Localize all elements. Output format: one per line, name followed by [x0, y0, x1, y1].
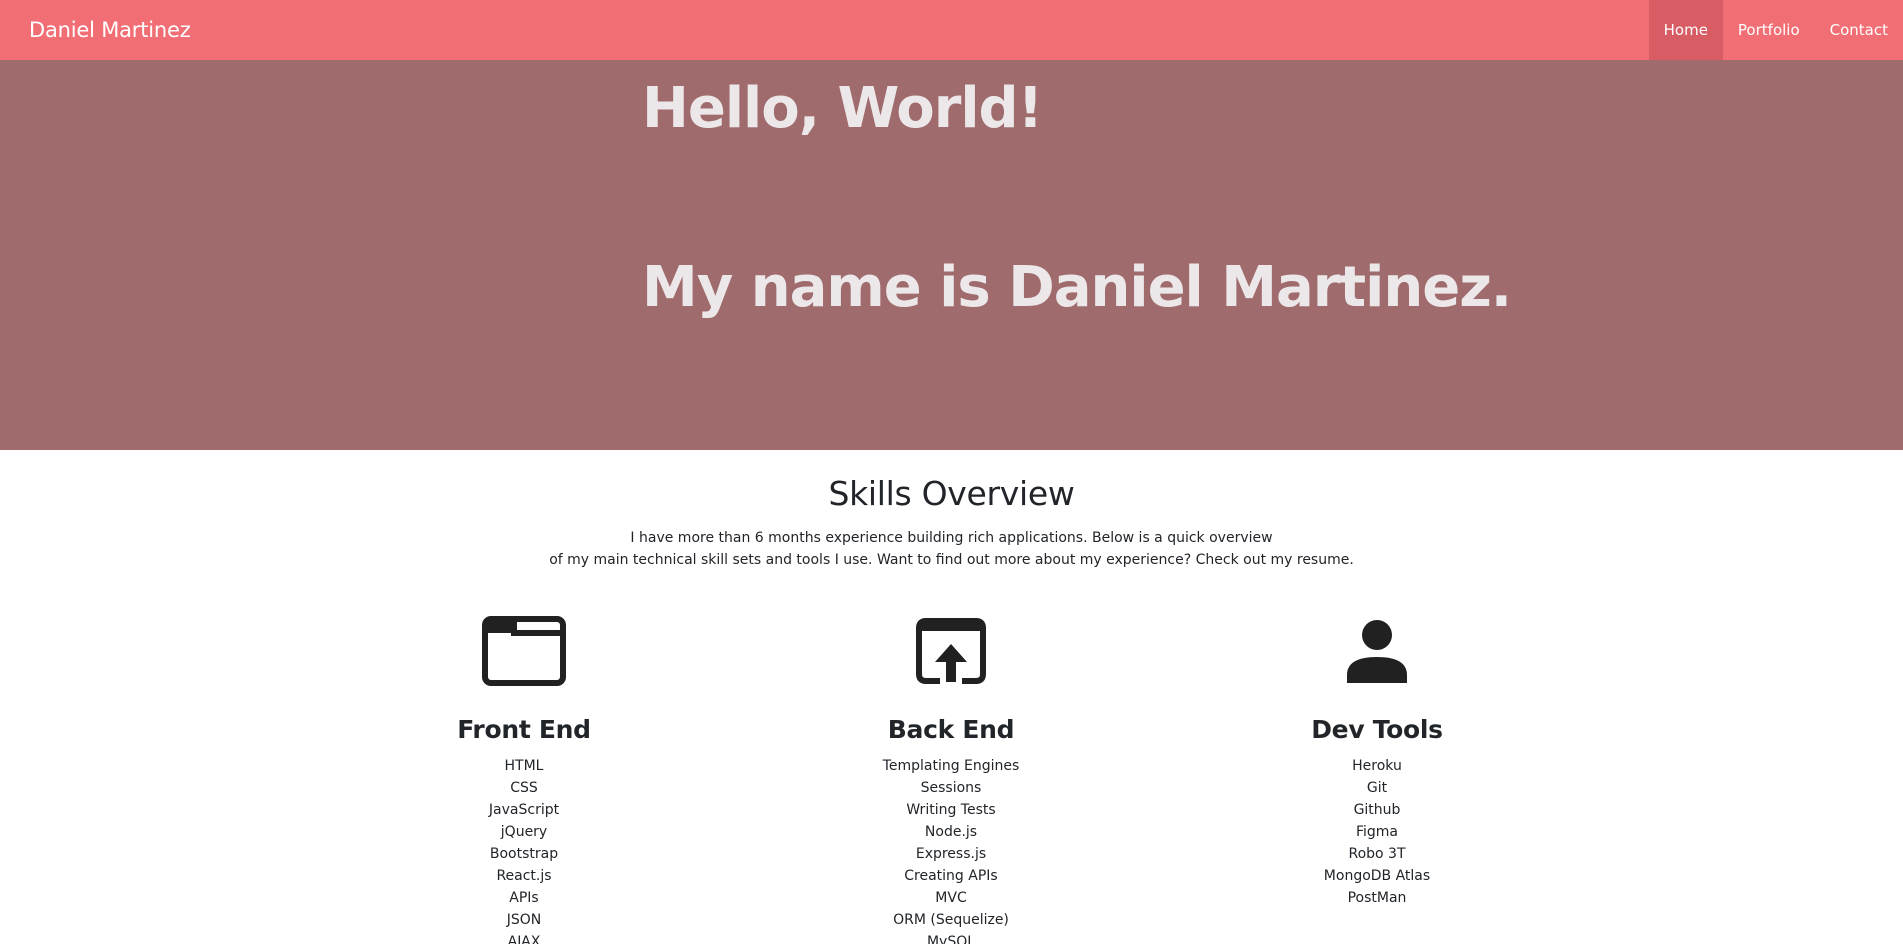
- skill-column-title: Front End: [457, 715, 591, 744]
- list-item: ORM (Sequelize): [893, 912, 1009, 928]
- list-item: MongoDB Atlas: [1323, 868, 1431, 884]
- list-item: Writing Tests: [906, 802, 996, 818]
- skills-intro: I have more than 6 months experience bui…: [0, 527, 1903, 571]
- list-item: React.js: [496, 868, 552, 884]
- list-item: Robo 3T: [1348, 846, 1406, 862]
- skill-list: HTML CSS JavaScript jQuery Bootstrap Rea…: [374, 755, 674, 944]
- person-icon: [1227, 615, 1527, 687]
- list-item: JSON: [506, 912, 542, 928]
- skill-column-back-end: Back End Templating Engines Sessions Wri…: [801, 615, 1101, 944]
- list-item: Git: [1366, 780, 1388, 796]
- nav-link-portfolio[interactable]: Portfolio: [1723, 0, 1815, 60]
- nav-link-home[interactable]: Home: [1648, 0, 1723, 60]
- list-item: APIs: [509, 890, 539, 906]
- nav-link-contact[interactable]: Contact: [1815, 0, 1903, 60]
- skill-column-title: Dev Tools: [1311, 715, 1443, 744]
- list-item: Express.js: [915, 846, 987, 862]
- list-item: Templating Engines: [882, 758, 1020, 774]
- nav-links: Home Portfolio Contact: [1648, 0, 1903, 60]
- list-item: HTML: [504, 758, 544, 774]
- list-item: Node.js: [924, 824, 978, 840]
- list-item: Github: [1353, 802, 1401, 818]
- list-item: CSS: [510, 780, 538, 796]
- skills-intro-line-2: of my main technical skill sets and tool…: [549, 552, 1354, 568]
- list-item: MySQL: [926, 934, 976, 944]
- list-item: Figma: [1355, 824, 1399, 840]
- top-navbar: Daniel Martinez Home Portfolio Contact: [0, 0, 1903, 60]
- list-item: JavaScript: [488, 802, 560, 818]
- skill-column-dev-tools: Dev Tools Heroku Git Github Figma Robo 3…: [1227, 615, 1527, 909]
- hero-greeting: Hello, World!: [642, 76, 1043, 141]
- browser-window-icon: [374, 615, 674, 687]
- skill-column-front-end: Front End HTML CSS JavaScript jQuery Boo…: [374, 615, 674, 944]
- brand-link[interactable]: Daniel Martinez: [29, 18, 191, 42]
- list-item: MVC: [935, 890, 967, 906]
- list-item: Bootstrap: [489, 846, 559, 862]
- skills-intro-line-1: I have more than 6 months experience bui…: [630, 530, 1273, 546]
- skill-list: Heroku Git Github Figma Robo 3T MongoDB …: [1227, 755, 1527, 909]
- list-item: jQuery: [500, 824, 548, 840]
- skill-column-title: Back End: [887, 715, 1015, 744]
- skill-list: Templating Engines Sessions Writing Test…: [801, 755, 1101, 944]
- list-item: Creating APIs: [904, 868, 998, 884]
- list-item: PostMan: [1347, 890, 1407, 906]
- list-item: Sessions: [920, 780, 982, 796]
- list-item: Heroku: [1352, 758, 1402, 774]
- open-in-browser-icon: [801, 615, 1101, 687]
- list-item: AJAX: [507, 934, 541, 944]
- hero-banner: Hello, World! My name is Daniel Martinez…: [0, 60, 1903, 450]
- skills-title: Skills Overview: [828, 474, 1075, 513]
- hero-name: My name is Daniel Martinez.: [642, 255, 1512, 320]
